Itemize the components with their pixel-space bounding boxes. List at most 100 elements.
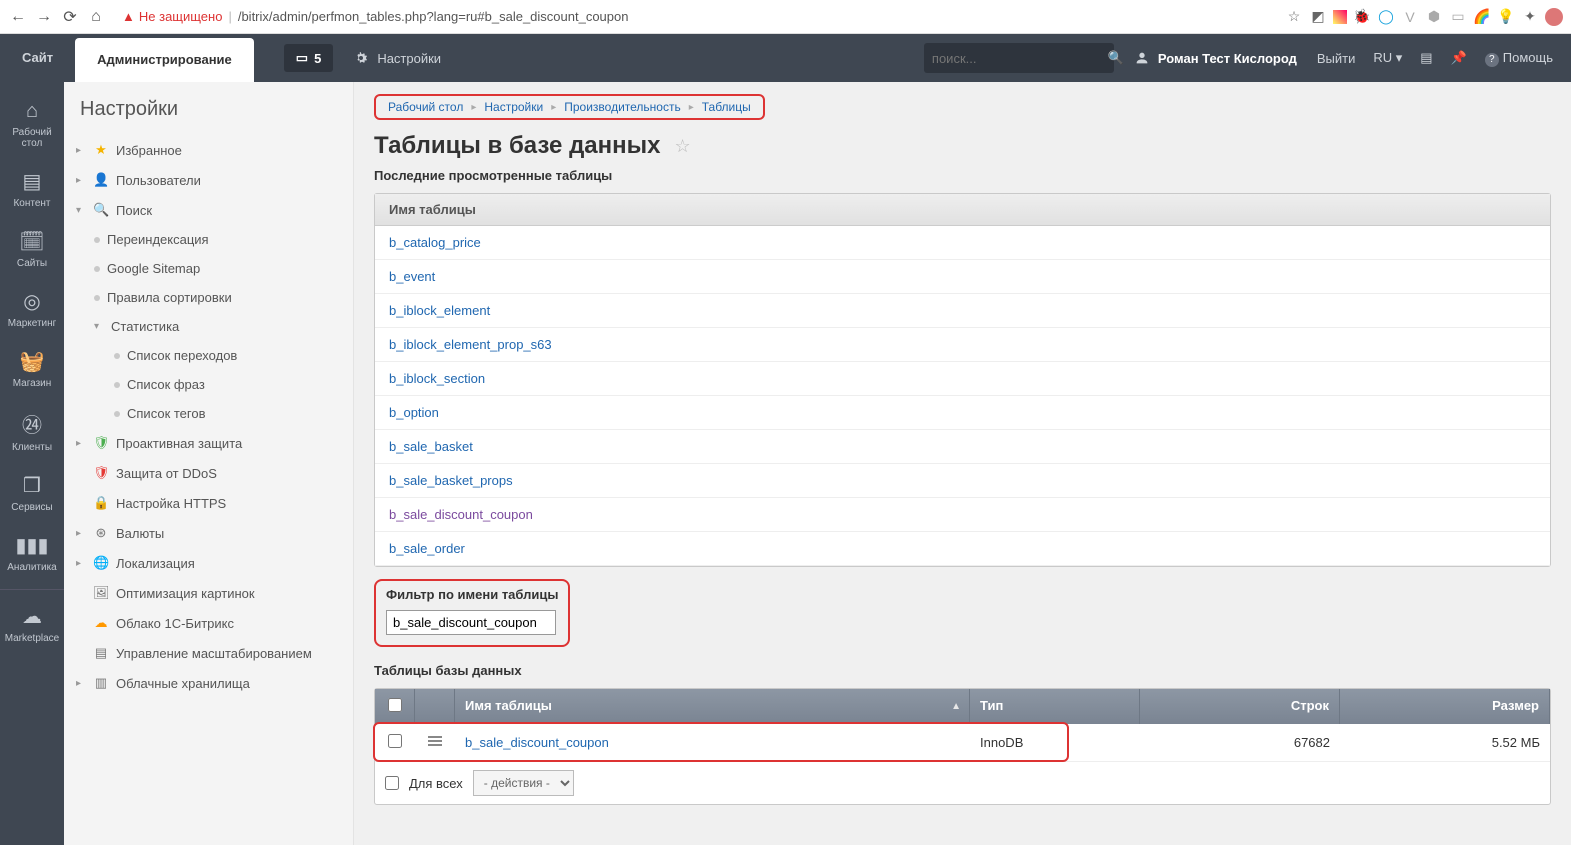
- notifications-button[interactable]: ▭ 5: [284, 44, 334, 72]
- tree-ddos[interactable]: 🛡Защита от DDoS: [74, 458, 347, 488]
- reload-icon[interactable]: ⟳: [60, 7, 80, 27]
- browser-chrome: ← → ⟳ ⌂ ▲ Не защищено | /bitrix/admin/pe…: [0, 0, 1571, 34]
- recent-row[interactable]: b_iblock_element: [375, 294, 1550, 328]
- recent-row[interactable]: b_catalog_price: [375, 226, 1550, 260]
- help-link[interactable]: ?Помощь: [1485, 50, 1553, 67]
- recent-row[interactable]: b_sale_discount_coupon: [375, 498, 1550, 532]
- recent-row[interactable]: b_sale_basket: [375, 430, 1550, 464]
- actions-select[interactable]: - действия -: [473, 770, 574, 796]
- ext-icon-1[interactable]: ◩: [1309, 8, 1327, 26]
- recent-row[interactable]: b_sale_order: [375, 532, 1550, 566]
- row-table-link[interactable]: b_sale_discount_coupon: [465, 735, 609, 750]
- tree-hitlist[interactable]: Список переходов: [74, 341, 347, 370]
- rail-sites[interactable]: 🗓Сайты: [0, 219, 64, 279]
- crumb-tables[interactable]: Таблицы: [702, 100, 751, 114]
- tree-phraselist[interactable]: Список фраз: [74, 370, 347, 399]
- tree-users[interactable]: ▸👤Пользователи: [74, 165, 347, 195]
- col-type[interactable]: Тип: [970, 689, 1140, 724]
- ext-icon-6[interactable]: ⬢: [1425, 8, 1443, 26]
- left-rail: ⌂Рабочий стол ▤Контент 🗓Сайты ◎Маркетинг…: [0, 82, 64, 845]
- star-icon[interactable]: ☆: [1285, 8, 1303, 26]
- tree-localization[interactable]: ▸🌐Локализация: [74, 548, 347, 578]
- user-menu[interactable]: Роман Тест Кислород: [1134, 50, 1297, 66]
- cloud-icon: ☁: [93, 615, 109, 631]
- crumb-perf[interactable]: Производительность: [564, 100, 680, 114]
- home-icon[interactable]: ⌂: [86, 8, 106, 26]
- scale-icon: ▤: [93, 645, 109, 661]
- ext-icon-4[interactable]: ◯: [1377, 8, 1395, 26]
- for-all-label: Для всех: [409, 776, 463, 791]
- rail-shop[interactable]: 🧺Магазин: [0, 339, 64, 399]
- image-icon: 🖼: [93, 585, 109, 601]
- search-input[interactable]: [932, 51, 1108, 66]
- tab-admin[interactable]: Администрирование: [75, 38, 254, 82]
- tree-taglist[interactable]: Список тегов: [74, 399, 347, 428]
- tab-site[interactable]: Сайт: [0, 34, 75, 82]
- url-bar[interactable]: ▲ Не защищено | /bitrix/admin/perfmon_ta…: [112, 9, 1279, 24]
- tree-reindex[interactable]: Переиндексация: [74, 225, 347, 254]
- extensions-icon[interactable]: ✦: [1521, 8, 1539, 26]
- col-name[interactable]: Имя таблицы▲: [455, 689, 970, 724]
- rail-marketplace[interactable]: ☁Marketplace: [0, 589, 64, 654]
- recent-row[interactable]: b_sale_basket_props: [375, 464, 1550, 498]
- rail-desktop[interactable]: ⌂Рабочий стол: [0, 90, 64, 159]
- cloud-icon: ☁: [2, 604, 62, 629]
- tree-sortrules[interactable]: Правила сортировки: [74, 283, 347, 312]
- clipboard-icon[interactable]: ▤: [1420, 50, 1432, 66]
- pin-icon[interactable]: 📌: [1451, 50, 1467, 66]
- tree-cloud1c[interactable]: ☁Облако 1С-Битрикс: [74, 608, 347, 638]
- rail-clients[interactable]: ㉔Клиенты: [0, 399, 64, 463]
- tree-scaling[interactable]: ▤Управление масштабированием: [74, 638, 347, 668]
- tree-https[interactable]: 🔒Настройка HTTPS: [74, 488, 347, 518]
- url-text: /bitrix/admin/perfmon_tables.php?lang=ru…: [238, 9, 629, 24]
- col-rows[interactable]: Строк: [1140, 689, 1340, 724]
- recent-subhead: Последние просмотренные таблицы: [374, 168, 1551, 183]
- back-icon[interactable]: ←: [8, 8, 28, 26]
- tree-favorites[interactable]: ▸★Избранное: [74, 135, 347, 165]
- tree-stats[interactable]: ▾Статистика: [74, 312, 347, 341]
- logout-link[interactable]: Выйти: [1317, 51, 1356, 66]
- row-checkbox[interactable]: [388, 734, 402, 748]
- for-all-checkbox[interactable]: [385, 776, 399, 790]
- ext-icon-3[interactable]: 🐞: [1353, 8, 1371, 26]
- sort-asc-icon: ▲: [951, 701, 961, 712]
- ext-icon-8[interactable]: 🌈: [1473, 8, 1491, 26]
- basket-icon: 🧺: [2, 349, 62, 374]
- favorite-toggle-icon[interactable]: ☆: [675, 136, 691, 157]
- search-icon[interactable]: 🔍: [1108, 50, 1124, 66]
- page-title: Таблицы в базе данных: [374, 132, 661, 160]
- rail-content[interactable]: ▤Контент: [0, 159, 64, 219]
- row-menu-icon[interactable]: [428, 734, 442, 748]
- tree-imgopt[interactable]: 🖼Оптимизация картинок: [74, 578, 347, 608]
- chart-icon: ▮▮▮: [2, 533, 62, 558]
- col-size[interactable]: Размер: [1340, 689, 1550, 724]
- settings-button[interactable]: Настройки: [353, 50, 441, 66]
- select-all-checkbox[interactable]: [388, 698, 402, 712]
- recent-row[interactable]: b_iblock_section: [375, 362, 1550, 396]
- tree-sitemap[interactable]: Google Sitemap: [74, 254, 347, 283]
- recent-row[interactable]: b_option: [375, 396, 1550, 430]
- lang-switch[interactable]: RU ▾: [1373, 50, 1402, 66]
- target-icon: ◎: [2, 289, 62, 314]
- stack-icon: ▥: [93, 675, 109, 691]
- rail-services[interactable]: ❒Сервисы: [0, 463, 64, 523]
- ext-icon-5[interactable]: V: [1401, 8, 1419, 26]
- rail-analytics[interactable]: ▮▮▮Аналитика: [0, 523, 64, 583]
- rail-marketing[interactable]: ◎Маркетинг: [0, 279, 64, 339]
- recent-row[interactable]: b_iblock_element_prop_s63: [375, 328, 1550, 362]
- ext-icon-7[interactable]: ▭: [1449, 8, 1467, 26]
- filter-input[interactable]: [386, 610, 556, 635]
- tree-search[interactable]: ▾🔍Поиск: [74, 195, 347, 225]
- ext-icon-9[interactable]: 💡: [1497, 8, 1515, 26]
- tree-proactive[interactable]: ▸🛡Проактивная защита: [74, 428, 347, 458]
- crumb-settings[interactable]: Настройки: [484, 100, 543, 114]
- tree-cloudstore[interactable]: ▸▥Облачные хранилища: [74, 668, 347, 698]
- ext-icon-2[interactable]: [1333, 10, 1347, 24]
- crumb-desktop[interactable]: Рабочий стол: [388, 100, 463, 114]
- recent-row[interactable]: b_event: [375, 260, 1550, 294]
- forward-icon[interactable]: →: [34, 8, 54, 26]
- tree-currency[interactable]: ▸⊛Валюты: [74, 518, 347, 548]
- table-row[interactable]: b_sale_discount_coupon InnoDB 67682 5.52…: [375, 724, 1550, 762]
- search-box[interactable]: 🔍: [924, 43, 1114, 73]
- avatar-icon[interactable]: [1545, 8, 1563, 26]
